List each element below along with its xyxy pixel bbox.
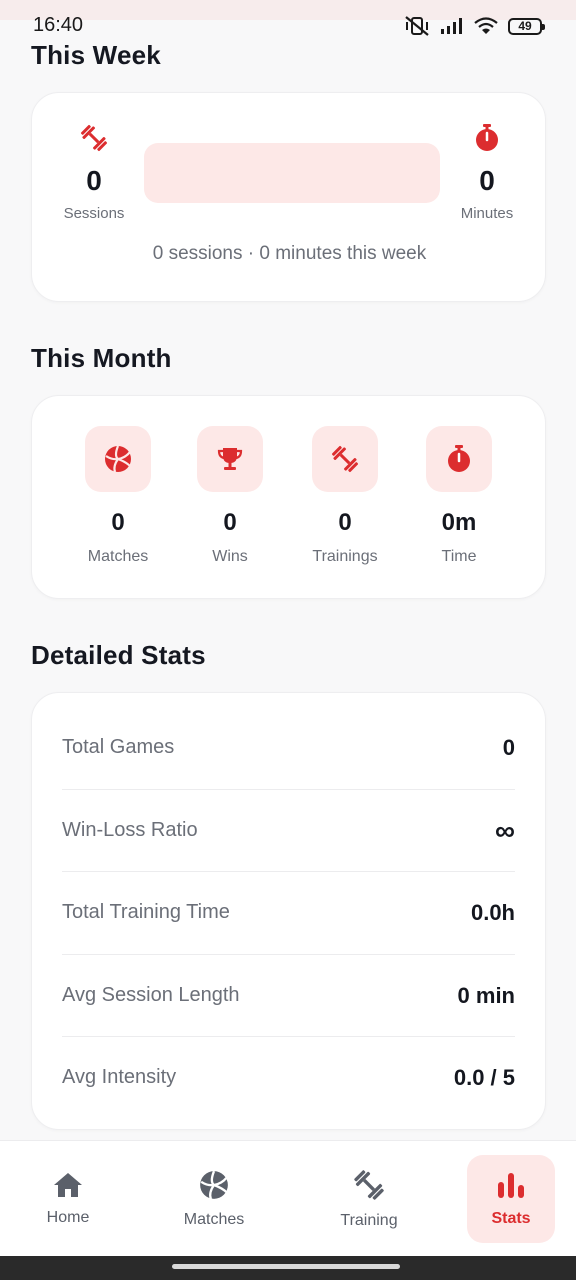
home-icon xyxy=(54,1173,82,1197)
nav-matches[interactable]: Matches xyxy=(162,1155,266,1243)
stats-content[interactable]: This Week 0 Sessions 0 Minutes 0 session… xyxy=(0,20,576,1140)
nav-label: Home xyxy=(46,1209,90,1226)
month-trainings: 0 Trainings xyxy=(290,426,400,566)
wins-value: 0 xyxy=(223,509,237,536)
sessions-value: 0 xyxy=(86,165,102,196)
week-card: 0 Sessions 0 Minutes 0 sessions · 0 minu… xyxy=(31,92,546,302)
month-icon-box xyxy=(426,426,492,492)
status-time: 16:40 xyxy=(33,14,84,36)
nav-stats[interactable]: Stats xyxy=(467,1155,555,1243)
week-summary: 0 sessions · 0 minutes this week xyxy=(152,243,427,264)
stat-label: Total Training Time xyxy=(62,901,230,923)
dumbbell-icon xyxy=(354,1170,384,1200)
month-icon-box xyxy=(85,426,151,492)
battery-icon: 49 xyxy=(508,17,545,35)
stat-value: 0 min xyxy=(457,982,515,1008)
stat-row-training-time: Total Training Time 0.0h xyxy=(62,871,515,954)
stopwatch-icon xyxy=(448,445,470,472)
month-icon-box xyxy=(197,426,263,492)
stat-label: Win-Loss Ratio xyxy=(62,819,198,841)
week-progress-bar xyxy=(144,143,440,203)
wins-label: Wins xyxy=(212,548,248,565)
status-bar: 16:40 49 xyxy=(0,0,576,40)
stat-value: 0 xyxy=(502,734,515,760)
month-card: 0 Matches 0 Wins 0 Trainings 0m Time xyxy=(31,395,546,599)
stat-row-intensity: Avg Intensity 0.0 / 5 xyxy=(62,1036,515,1119)
dumbbell-icon xyxy=(54,121,134,155)
stat-value: 0.0 / 5 xyxy=(453,1064,515,1090)
stat-row-session-length: Avg Session Length 0 min xyxy=(62,954,515,1037)
nav-label: Matches xyxy=(183,1211,245,1228)
stopwatch-icon xyxy=(447,121,527,155)
nav-home[interactable]: Home xyxy=(20,1155,116,1243)
vibrate-off-icon xyxy=(405,16,429,36)
bottom-nav: Home Matches Training Stats xyxy=(0,1140,576,1256)
section-title-detailed: Detailed Stats xyxy=(31,640,206,670)
stat-row-win-loss: Win-Loss Ratio ∞ xyxy=(62,789,515,872)
status-icons: 49 xyxy=(404,15,545,37)
stat-label: Avg Session Length xyxy=(62,984,240,1006)
week-sessions: 0 Sessions xyxy=(54,121,134,222)
sessions-label: Sessions xyxy=(63,205,125,222)
home-gesture-handle[interactable] xyxy=(172,1264,400,1269)
stat-label: Total Games xyxy=(62,736,175,758)
time-label: Time xyxy=(441,548,477,565)
matches-label: Matches xyxy=(87,548,149,565)
minutes-value: 0 xyxy=(479,165,495,196)
bar-chart-icon xyxy=(498,1173,524,1198)
month-matches: 0 Matches xyxy=(63,426,173,566)
week-minutes: 0 Minutes xyxy=(447,121,527,222)
section-title-week: This Week xyxy=(31,40,161,70)
month-time: 0m Time xyxy=(404,426,514,566)
time-value: 0m xyxy=(441,509,477,536)
month-icon-box xyxy=(312,426,378,492)
stat-row-total-games: Total Games 0 xyxy=(62,706,515,789)
section-title-month: This Month xyxy=(31,343,172,373)
trainings-value: 0 xyxy=(338,509,352,536)
matches-value: 0 xyxy=(111,509,125,536)
signal-icon xyxy=(441,18,462,34)
nav-label: Stats xyxy=(491,1210,531,1227)
stat-label: Avg Intensity xyxy=(62,1066,177,1088)
trophy-icon xyxy=(217,448,243,470)
month-wins: 0 Wins xyxy=(175,426,285,566)
volleyball-icon xyxy=(105,445,131,473)
stat-value: 0.0h xyxy=(470,899,515,925)
dumbbell-icon xyxy=(331,445,359,473)
minutes-label: Minutes xyxy=(460,205,514,222)
battery-level: 49 xyxy=(518,19,532,33)
trainings-label: Trainings xyxy=(312,548,378,565)
gesture-bar xyxy=(0,1256,576,1280)
nav-label: Training xyxy=(340,1212,398,1229)
volleyball-icon xyxy=(200,1170,228,1200)
stat-value: ∞ xyxy=(495,814,515,846)
nav-training[interactable]: Training xyxy=(318,1155,420,1243)
wifi-icon xyxy=(474,17,498,34)
detailed-stats-card: Total Games 0 Win-Loss Ratio ∞ Total Tra… xyxy=(31,692,546,1130)
